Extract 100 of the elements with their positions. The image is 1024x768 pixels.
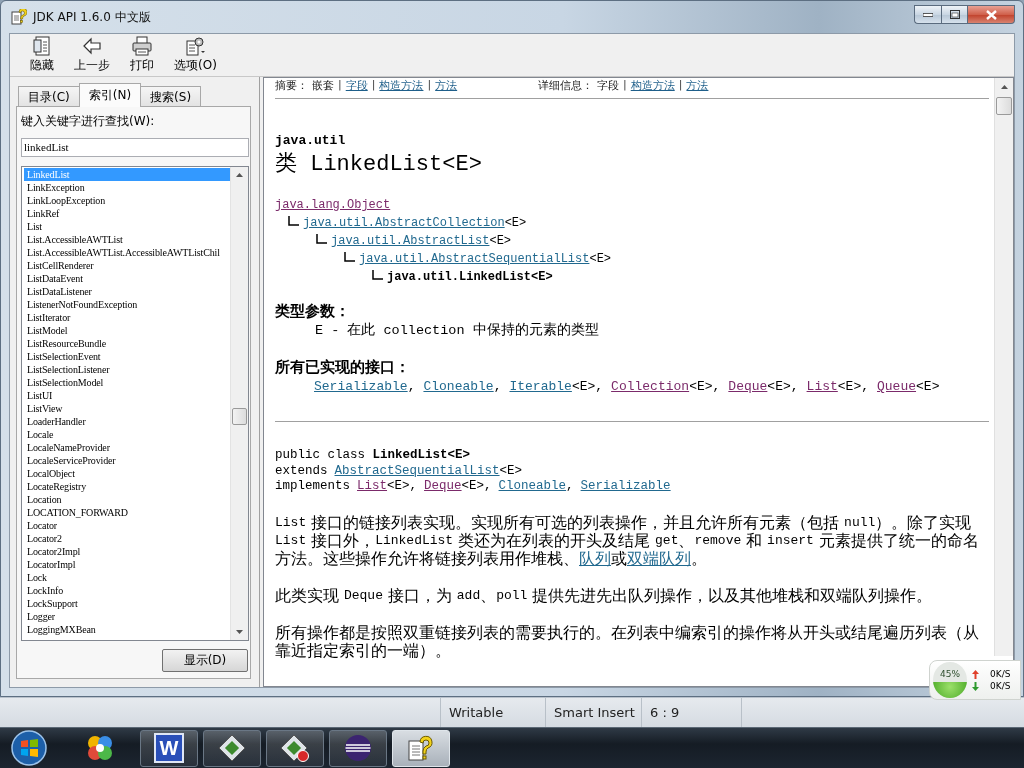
index-list-item[interactable]: List.AccessibleAWTList xyxy=(24,232,230,246)
nav-link[interactable]: 构造方法 xyxy=(379,78,424,93)
class-link[interactable]: java.util.AbstractCollection xyxy=(303,216,505,230)
interface-link[interactable]: Queue xyxy=(877,377,917,397)
section-heading: 类型参数： xyxy=(275,302,351,321)
taskbar-button[interactable]: W xyxy=(140,729,198,767)
nav-link[interactable]: 方法 xyxy=(686,78,709,93)
description-paragraph: 所有操作都是按照双重链接列表的需要执行的。在列表中编索引的操作将从开头或结尾遍历列表（从靠近指定索引的一端）。 xyxy=(275,623,980,660)
scrollbar[interactable] xyxy=(994,78,1013,656)
class-link[interactable]: java.util.AbstractList xyxy=(331,234,490,248)
interface-link[interactable]: List xyxy=(806,377,838,397)
nav-separator: | xyxy=(623,78,627,93)
index-list-item[interactable]: Locale xyxy=(24,427,230,441)
show-button[interactable]: 显示(D) xyxy=(162,649,248,672)
nav-separator: | xyxy=(371,78,376,93)
taskbar-button[interactable] xyxy=(329,729,387,767)
type-suffix-text: <E> xyxy=(916,378,940,396)
document-gear-icon xyxy=(185,36,206,56)
writer-logo-icon: W xyxy=(154,733,184,763)
nav-link[interactable]: 字段 xyxy=(345,78,368,93)
window-title: JDK API 1.6.0 中文版 xyxy=(33,8,152,26)
index-list-item[interactable]: Location xyxy=(24,492,230,506)
taskbar-button[interactable] xyxy=(203,729,261,767)
scroll-up-icon xyxy=(1000,84,1008,89)
type-link[interactable]: Cloneable xyxy=(498,479,567,495)
index-list-item[interactable]: Logger xyxy=(24,609,230,623)
interface-link[interactable]: Serializable xyxy=(314,377,408,397)
scroll-thumb[interactable] xyxy=(996,97,1012,115)
index-list-item[interactable]: LocaleNameProvider xyxy=(24,440,230,454)
index-list-item[interactable]: LocalObject xyxy=(24,466,230,480)
index-list-item[interactable]: LockSupport xyxy=(24,596,230,610)
index-list-item[interactable]: ListSelectionModel xyxy=(24,375,230,389)
toolbar-button[interactable]: 隐藏 xyxy=(20,34,64,76)
index-list-item[interactable]: ListSelectionEvent xyxy=(24,349,230,363)
nav-label: 详细信息： xyxy=(538,78,593,93)
index-list-item[interactable]: LockInfo xyxy=(24,583,230,597)
inline-link[interactable]: 队列 xyxy=(579,549,611,568)
index-list-item[interactable]: ListDataEvent xyxy=(24,271,230,285)
index-list-item[interactable]: Locator2 xyxy=(24,531,230,545)
index-list-item[interactable]: LinkException xyxy=(24,180,230,194)
nav-link[interactable]: 构造方法 xyxy=(630,78,675,93)
type-suffix-text: <E>, xyxy=(387,479,418,495)
index-list-item[interactable]: ListUI xyxy=(24,388,230,402)
index-list-item[interactable]: List xyxy=(24,219,230,233)
index-list-item[interactable]: ListDataListener xyxy=(24,284,230,298)
scroll-thumb[interactable] xyxy=(232,407,247,425)
index-list-item[interactable]: ListSelectionListener xyxy=(24,362,230,376)
index-list-item[interactable]: ListResourceBundle xyxy=(24,336,230,350)
index-list-item[interactable]: LinkLoopException xyxy=(24,193,230,207)
index-list-item[interactable]: Lock xyxy=(24,570,230,584)
index-list-item[interactable]: LinkRef xyxy=(24,206,230,220)
index-list-item[interactable]: List.AccessibleAWTList.AccessibleAWTListChil xyxy=(24,245,230,259)
index-list-item[interactable]: LocateRegistry xyxy=(24,479,230,493)
index-list-item[interactable]: ListenerNotFoundException xyxy=(24,297,230,311)
class-link[interactable]: java.lang.Object xyxy=(275,198,391,212)
nav-separator: | xyxy=(338,78,342,93)
minimize-button[interactable] xyxy=(914,5,941,24)
index-list-item[interactable]: Locator2Impl xyxy=(24,544,230,558)
index-list-item[interactable]: ListModel xyxy=(24,323,230,337)
index-list-item[interactable]: ListIterator xyxy=(24,310,230,324)
class-signature: public class LinkedList<E> xyxy=(275,448,472,464)
index-list-item[interactable]: LocaleServiceProvider xyxy=(24,453,230,467)
inline-link[interactable]: 双端队列 xyxy=(627,549,691,568)
maximize-button[interactable] xyxy=(941,5,968,24)
taskbar-button[interactable] xyxy=(266,729,324,767)
toolbar-button[interactable]: 选项(O) xyxy=(168,34,223,76)
type-link[interactable]: Serializable xyxy=(580,479,671,495)
interface-link[interactable]: Deque xyxy=(728,377,768,397)
index-list-item[interactable]: Locator xyxy=(24,518,230,532)
index-list-item[interactable]: LocatorImpl xyxy=(24,557,230,571)
interface-link[interactable]: Cloneable xyxy=(423,377,494,397)
scrollbar[interactable] xyxy=(230,166,248,640)
tree-branch-icon xyxy=(316,234,327,244)
upload-arrow-icon xyxy=(972,669,979,679)
index-list-item[interactable]: ListView xyxy=(24,401,230,415)
index-list-item[interactable]: ListCellRenderer xyxy=(24,258,230,272)
class-link[interactable]: java.util.AbstractSequentialList xyxy=(359,252,590,266)
toolbar-button[interactable]: 上一步 xyxy=(68,34,116,76)
nav-label: 摘要： xyxy=(275,78,308,93)
tab[interactable]: 目录(C) xyxy=(18,86,80,107)
close-button[interactable] xyxy=(968,5,1015,24)
type-suffix-text: <E>, xyxy=(461,479,492,495)
minimize-icon xyxy=(923,12,933,17)
type-link[interactable]: AbstractSequentialList xyxy=(334,463,500,479)
index-list-item[interactable]: LoggingMXBean xyxy=(24,622,230,636)
index-list-item[interactable]: LOCATION_FORWARD xyxy=(24,505,230,519)
nav-text: 嵌套 xyxy=(312,78,334,93)
class-title: 类 LinkedList<E> xyxy=(275,152,483,178)
index-list-item[interactable]: LoaderHandler xyxy=(24,414,230,428)
interface-link[interactable]: Iterable xyxy=(509,377,572,397)
type-link[interactable]: List xyxy=(357,479,388,495)
toolbar-button[interactable]: 打印 xyxy=(120,34,164,76)
tab[interactable]: 索引(N) xyxy=(78,83,142,107)
nav-link[interactable]: 方法 xyxy=(435,78,458,93)
interface-link[interactable]: Collection xyxy=(611,377,690,397)
type-suffix-text: <E>, xyxy=(837,378,869,396)
pinwheel-icon xyxy=(85,733,115,763)
keyword-field[interactable]: linkedList xyxy=(21,138,249,157)
tree-branch-icon xyxy=(344,252,355,262)
type-link[interactable]: Deque xyxy=(424,479,462,495)
